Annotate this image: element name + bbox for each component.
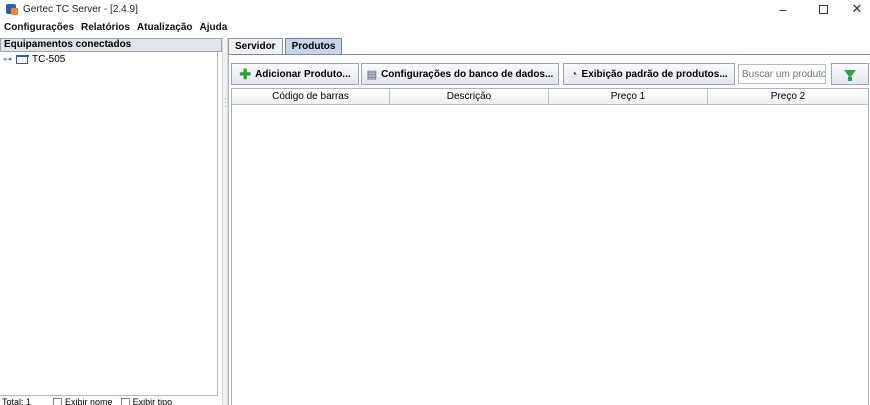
filter-button[interactable] [831,63,869,85]
filter-icon [844,70,856,81]
tab-produtos[interactable]: Produtos [284,38,343,54]
app-icon [6,3,18,15]
main-panel: Servidor Produtos ✚ Adicionar Produto...… [228,38,870,405]
show-name-label: Exibir nome [65,397,113,405]
devices-header: Equipamentos conectados [0,38,222,52]
column-header-description[interactable]: Descrição [390,89,549,105]
add-product-label: Adicionar Produto... [255,68,351,80]
default-view-button[interactable]: ◔ Exibição padrão de produtos... [563,63,735,85]
splitter-grip [225,98,226,99]
products-table[interactable]: Código de barras Descrição Preço 1 Preço… [231,88,869,405]
menu-atualizacao[interactable]: Atualização [137,22,193,33]
column-header-barcode[interactable]: Código de barras [232,89,390,105]
tree-item-tc-505[interactable]: ⊶ TC-505 [3,54,65,65]
devices-panel: Equipamentos conectados ⊶ TC-505 Total: … [0,38,222,405]
folder-icon [16,55,29,64]
search-input[interactable] [738,64,826,84]
maximize-icon [818,4,828,14]
menu-ajuda[interactable]: Ajuda [200,22,228,33]
minimize-button[interactable]: – [766,0,800,18]
show-type-label: Exibir tipo [132,397,173,405]
tree-item-label: TC-505 [32,54,66,65]
tree-handle-icon[interactable]: ⊶ [3,54,12,65]
show-type-option[interactable]: Exibir tipo [120,397,173,405]
column-header-price-1[interactable]: Preço 1 [549,89,708,105]
column-header-price-2[interactable]: Preço 2 [708,89,868,105]
plus-icon: ✚ [239,65,252,82]
menu-configuracoes[interactable]: Configurações [4,22,74,33]
close-button[interactable]: ✕ [840,0,870,18]
window-title: Gertec TC Server - [2.4.9] [23,3,138,15]
menu-bar: Configurações Relatórios Atualização Aju… [0,18,870,36]
add-product-button[interactable]: ✚ Adicionar Produto... [231,63,359,85]
devices-footer: Total: 1 Exibir nome Exibir tipo [0,397,222,405]
table-header: Código de barras Descrição Preço 1 Preço… [232,89,868,105]
products-toolbar: ✚ Adicionar Produto... ▤ Configurações d… [231,63,869,85]
devices-tree[interactable]: ⊶ TC-505 [0,52,218,396]
maximize-button[interactable] [806,0,840,18]
devices-total: Total: 1 [2,397,32,405]
show-name-checkbox[interactable] [53,397,63,405]
database-settings-button[interactable]: ▤ Configurações do banco de dados... [361,63,559,85]
database-settings-label: Configurações do banco de dados... [381,68,554,80]
tab-bar: Servidor Produtos [228,38,344,54]
products-content: ✚ Adicionar Produto... ▤ Configurações d… [228,54,870,405]
menu-relatorios[interactable]: Relatórios [81,22,130,33]
splitter-grip [225,106,226,107]
default-view-label: Exibição padrão de produtos... [581,68,728,80]
splitter-grip [225,102,226,103]
database-icon: ▤ [366,68,378,81]
eye-icon: ◔ [570,67,578,81]
show-name-option[interactable]: Exibir nome [53,397,113,405]
tab-servidor[interactable]: Servidor [228,38,283,54]
title-bar: Gertec TC Server - [2.4.9] – ✕ [0,0,870,18]
show-type-checkbox[interactable] [120,397,130,405]
